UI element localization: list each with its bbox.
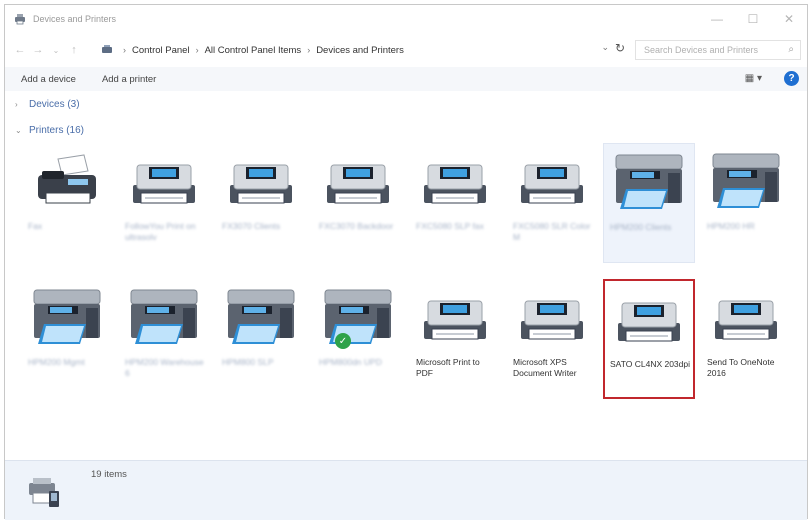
printer-tile[interactable]: HPM200 Mgmt — [21, 279, 113, 399]
devices-printers-icon — [13, 12, 27, 26]
printer-label: Microsoft Print to PDF — [416, 357, 480, 378]
printer-tile[interactable]: HPM800 SLP — [215, 279, 307, 399]
printer-tile[interactable]: HPM200 Clients — [603, 143, 695, 263]
printer-label: HPM800dn UPD — [319, 357, 382, 367]
help-icon[interactable]: ? — [784, 71, 799, 86]
printer-tile[interactable]: FXC5080 SLP fax — [409, 143, 501, 263]
printer-label: Fax — [28, 221, 43, 231]
address-dropdown-chevron-icon[interactable]: ⌄ — [601, 42, 609, 53]
title-bar[interactable]: Devices and Printers — ☐ ✕ — [5, 5, 807, 33]
details-pane: 19 items — [5, 460, 807, 520]
printer-label: HPM200 Clients — [610, 222, 672, 232]
breadcrumb-separator: › — [195, 45, 199, 55]
mfp-printer-icon — [121, 279, 207, 355]
mfp-printer-icon: ✓ — [315, 279, 401, 355]
search-icon[interactable]: ⌕ — [788, 44, 794, 55]
breadcrumb-separator: › — [123, 45, 126, 55]
printer-tile[interactable]: HPM200 HR — [700, 143, 792, 263]
group-label-devices: Devices (3) — [29, 99, 80, 110]
breadcrumb-control-panel[interactable]: Control Panel — [132, 45, 190, 56]
laser-printer-icon — [315, 143, 401, 219]
group-header-devices[interactable]: › Devices (3) — [15, 99, 80, 110]
minimize-button[interactable]: — — [699, 5, 735, 33]
group-label-printers: Printers (16) — [29, 125, 85, 136]
close-button[interactable]: ✕ — [771, 5, 807, 33]
fax-icon — [24, 143, 110, 219]
printer-label: HPM200 Mgmt — [28, 357, 85, 367]
address-bar[interactable]: › Control Panel › All Control Panel Item… — [101, 40, 625, 60]
printer-tile[interactable]: FXC5080 SLR Color M — [506, 143, 598, 263]
up-arrow-icon[interactable]: ↑ — [65, 40, 83, 60]
printer-tile[interactable]: Fax — [21, 143, 113, 263]
chevron-right-icon: › — [15, 100, 18, 109]
printer-tile[interactable]: HPM200 Warehouse 6 — [118, 279, 210, 399]
breadcrumb-all-items[interactable]: All Control Panel Items — [205, 45, 302, 56]
add-device-button[interactable]: Add a device — [21, 74, 76, 85]
chevron-down-icon: ⌄ — [15, 126, 22, 135]
control-panel-icon — [101, 44, 113, 56]
laser-printer-icon — [509, 143, 595, 219]
laser-printer-icon — [412, 279, 498, 355]
printer-tile[interactable]: ✓ HPM800dn UPD — [312, 279, 404, 399]
printer-tile[interactable]: Send To OneNote 2016 — [700, 279, 792, 399]
add-printer-button[interactable]: Add a printer — [102, 74, 156, 85]
back-arrow-icon[interactable]: ← — [11, 40, 29, 60]
printer-label: FXC3070 Backdoor — [319, 221, 394, 231]
laser-printer-icon — [121, 143, 207, 219]
printer-label: HPM800 SLP — [222, 357, 274, 367]
search-placeholder: Search Devices and Printers — [644, 45, 759, 55]
mfp-printer-icon — [218, 279, 304, 355]
printer-label: FX3070 Clients — [222, 221, 281, 231]
printer-label: HPM200 HR — [707, 221, 755, 231]
printer-label: FXC5080 SLR Color M — [513, 221, 591, 242]
printer-tile[interactable]: FX3070 Clients — [215, 143, 307, 263]
laser-printer-icon — [509, 279, 595, 355]
maximize-button[interactable]: ☐ — [735, 5, 771, 33]
devices-printers-large-icon — [23, 475, 63, 511]
change-view-icon[interactable]: ▦ ▾ — [745, 73, 762, 84]
address-row: ← → ⌄ ↑ › Control Panel › All Control Pa… — [5, 37, 807, 63]
printer-tile[interactable]: SATO CL4NX 203dpi — [603, 279, 695, 399]
printer-label: HPM200 Warehouse 6 — [125, 357, 204, 378]
forward-arrow-icon[interactable]: → — [29, 40, 47, 60]
laser-printer-icon — [412, 143, 498, 219]
devices-and-printers-window: Devices and Printers — ☐ ✕ ← → ⌄ ↑ › Con… — [4, 4, 808, 520]
recent-locations-chevron-icon[interactable]: ⌄ — [47, 40, 65, 60]
printer-tile[interactable]: FollowYou Print on ultrasolv — [118, 143, 210, 263]
item-count: 19 items — [91, 469, 127, 480]
printer-label: FollowYou Print on ultrasolv — [125, 221, 196, 242]
laser-printer-icon — [606, 281, 692, 357]
mfp-printer-icon — [606, 144, 692, 220]
command-bar: Add a device Add a printer ▦ ▾ ? — [5, 67, 807, 91]
group-header-printers[interactable]: ⌄ Printers (16) — [15, 125, 84, 136]
default-printer-check-icon: ✓ — [335, 333, 351, 349]
laser-printer-icon — [703, 279, 789, 355]
breadcrumb-separator: › — [307, 45, 311, 55]
mfp-printer-icon — [703, 143, 789, 219]
search-input[interactable]: Search Devices and Printers ⌕ — [635, 40, 801, 60]
printer-label: Microsoft XPS Document Writer — [513, 357, 577, 378]
printer-label: Send To OneNote 2016 — [707, 357, 775, 378]
printer-label: SATO CL4NX 203dpi — [610, 359, 691, 369]
printer-tile[interactable]: Microsoft XPS Document Writer — [506, 279, 598, 399]
breadcrumb-devices-printers[interactable]: Devices and Printers — [316, 45, 404, 56]
printer-label: FXC5080 SLP fax — [416, 221, 484, 231]
laser-printer-icon — [218, 143, 304, 219]
mfp-printer-icon — [24, 279, 110, 355]
refresh-icon[interactable]: ↻ — [615, 41, 625, 55]
printer-tile[interactable]: FXC3070 Backdoor — [312, 143, 404, 263]
window-title: Devices and Printers — [33, 14, 117, 24]
printer-tile[interactable]: Microsoft Print to PDF — [409, 279, 501, 399]
